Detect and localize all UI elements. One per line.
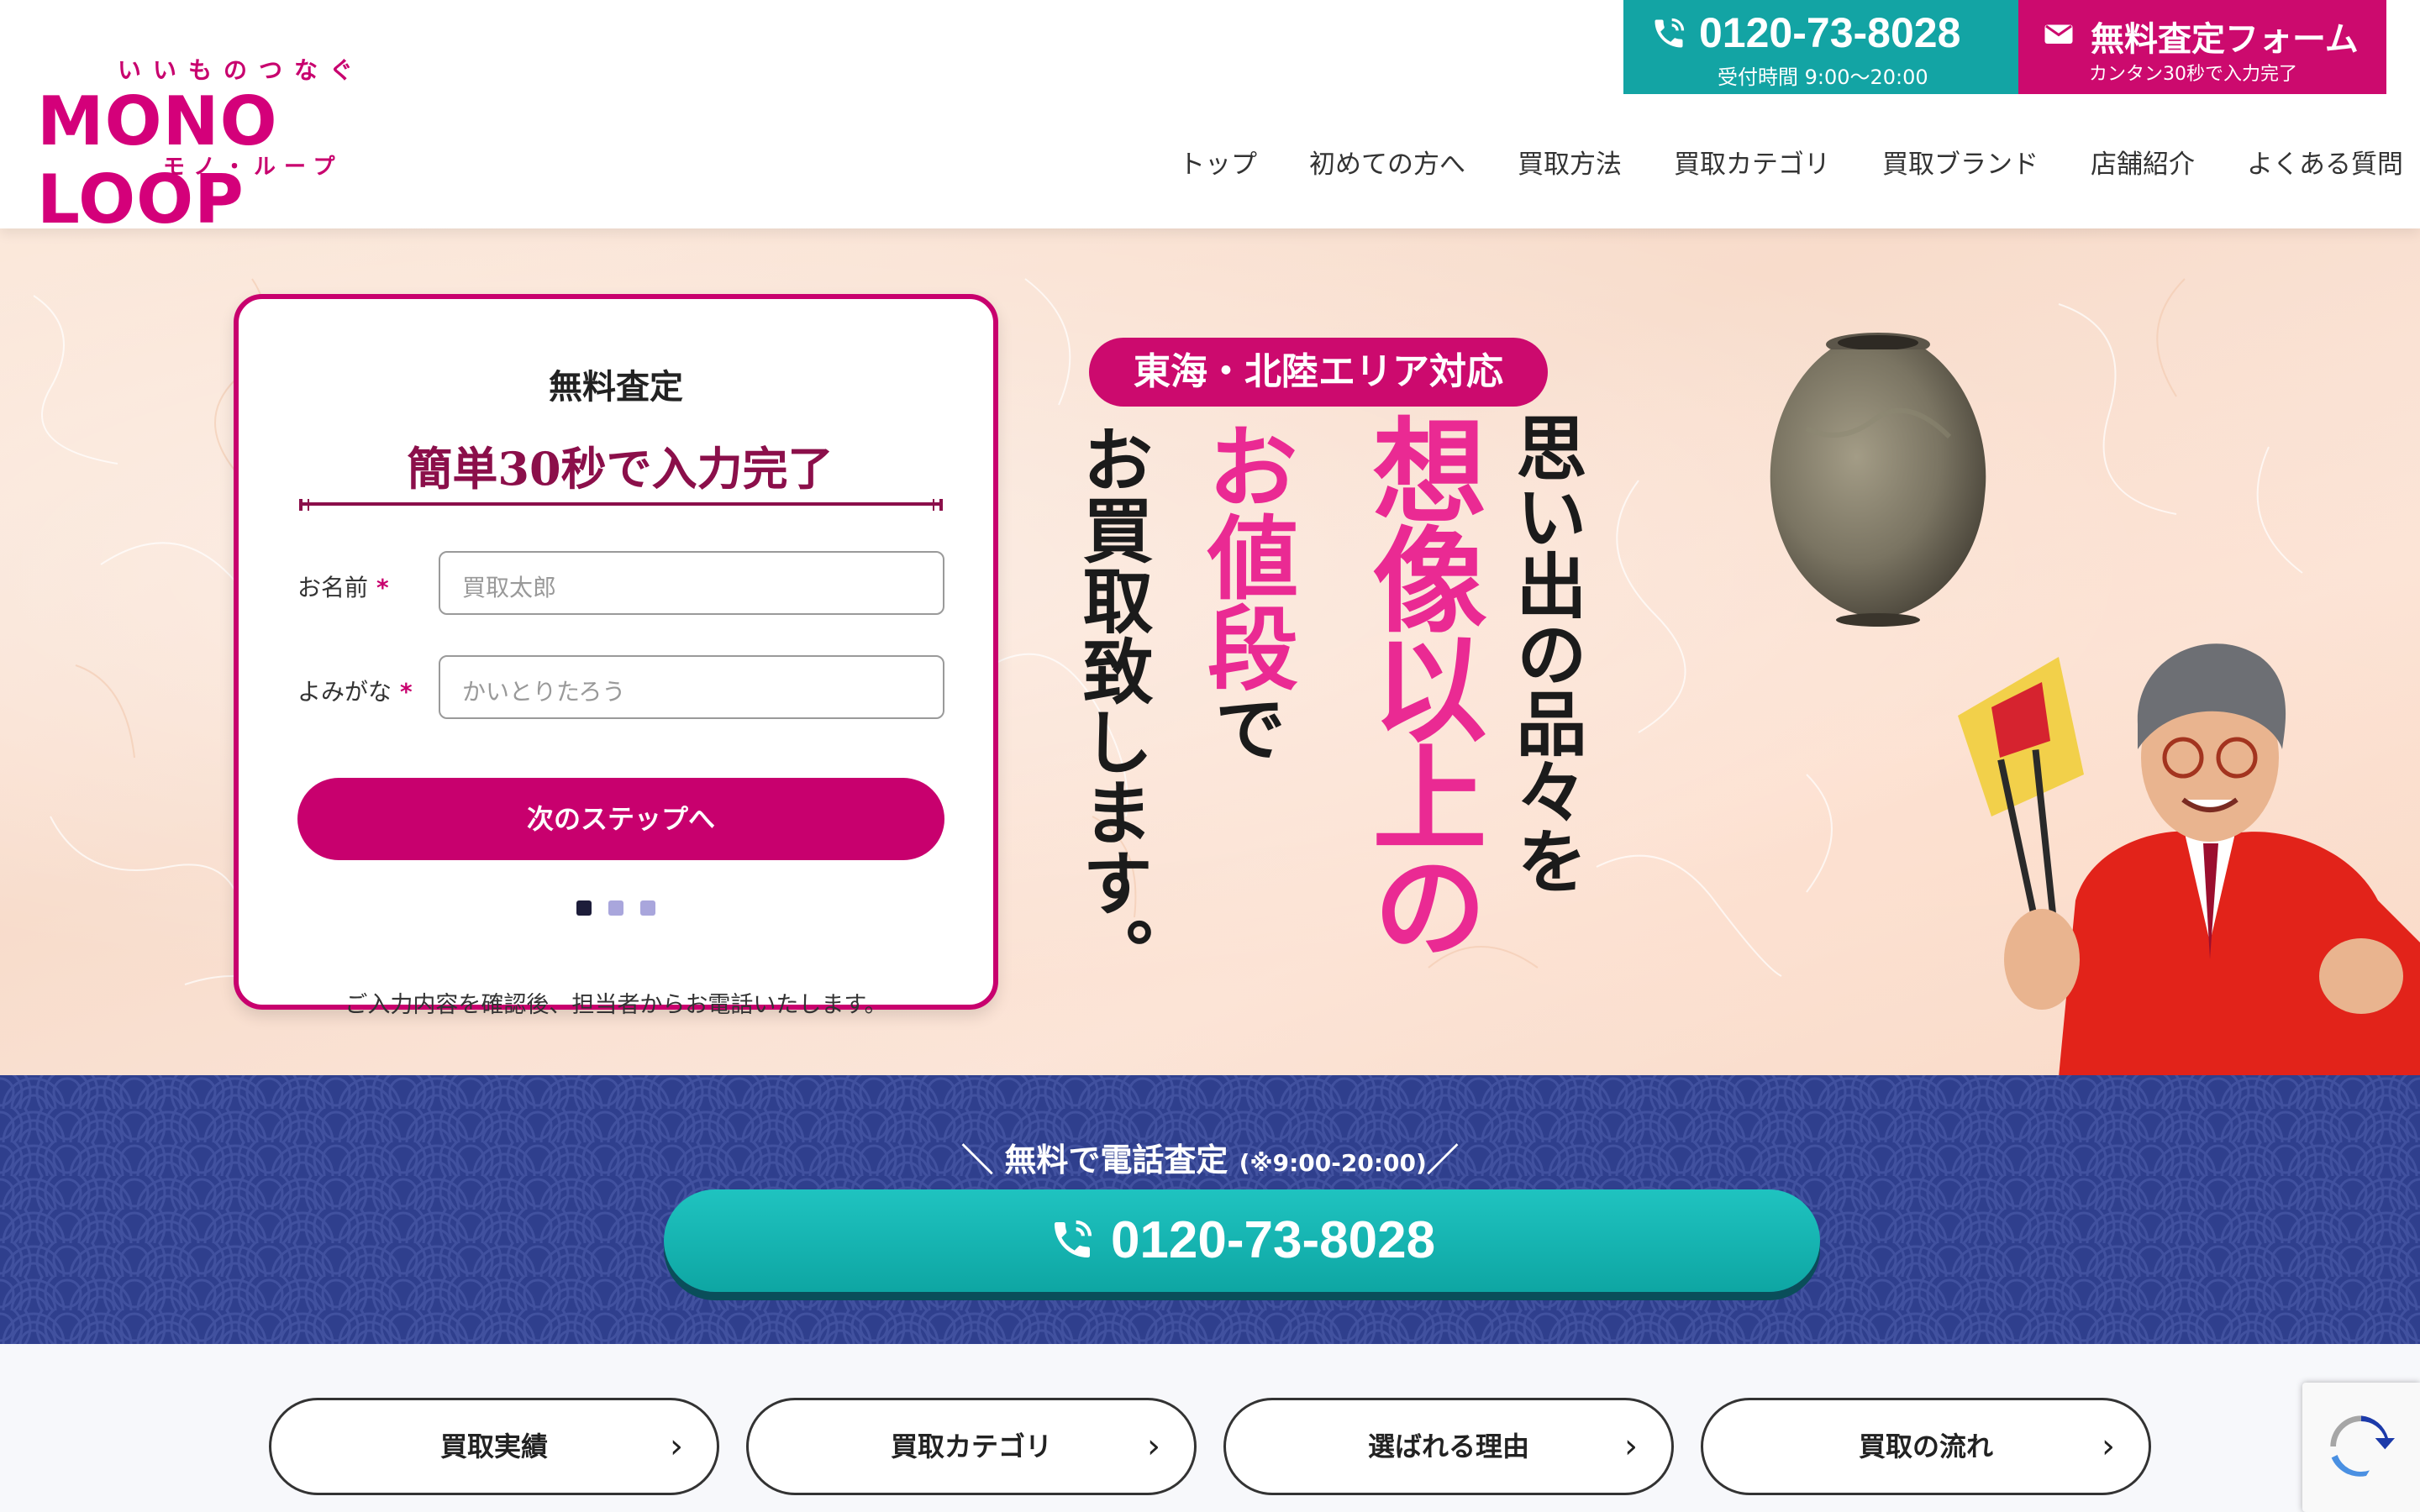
reading-input[interactable]: かいとりたろう bbox=[439, 655, 944, 719]
card-heading: 簡単30秒で入力完了 bbox=[407, 442, 834, 496]
name-label: お名前 * bbox=[297, 574, 389, 601]
hero: 無料査定 簡単30秒で入力完了 お名前 * 買取太郎 よみがな * かいとりたろう … bbox=[0, 228, 2420, 1075]
link-reasons[interactable]: 選ばれる理由 › bbox=[1223, 1398, 1674, 1495]
step-dot bbox=[640, 900, 655, 916]
phone-estimate-band: ＼ 無料で電話査定 (※9:00-20:00)／ 0120-73-8028 bbox=[0, 1075, 2420, 1344]
reading-label: よみがな * bbox=[297, 678, 413, 706]
header-form-label: 無料査定フォーム bbox=[2091, 20, 2359, 59]
step-dot bbox=[608, 900, 623, 916]
hero-copy-line1: 思い出の品々を bbox=[1505, 412, 1588, 894]
nav-item-faq[interactable]: よくある質問 bbox=[2247, 143, 2403, 180]
spokesperson-image bbox=[1958, 643, 2420, 1075]
nav-item-category[interactable]: 買取カテゴリ bbox=[1674, 143, 1830, 180]
logo-tagline: いいものつなぐ bbox=[118, 56, 366, 84]
link-results[interactable]: 買取実績 › bbox=[269, 1398, 719, 1495]
link-flow[interactable]: 買取の流れ › bbox=[1701, 1398, 2151, 1495]
next-step-button[interactable]: 次のステップへ bbox=[297, 778, 944, 860]
logo[interactable]: いいものつなぐ MONO LOOP モノ・ループ bbox=[37, 52, 449, 239]
hero-copy-line2: 想像以上の bbox=[1353, 412, 1487, 958]
recaptcha-icon bbox=[2330, 1415, 2395, 1477]
site-header: いいものつなぐ MONO LOOP モノ・ループ 0120-73-8028 受付… bbox=[0, 0, 2420, 239]
nav-item-first-time[interactable]: 初めての方へ bbox=[1309, 143, 1465, 180]
link-categories[interactable]: 買取カテゴリ › bbox=[746, 1398, 1197, 1495]
step-indicator bbox=[576, 900, 660, 917]
call-button-number: 0120-73-8028 bbox=[1110, 1211, 1436, 1269]
band-caption: ＼ 無料で電話査定 (※9:00-20:00)／ bbox=[961, 1142, 1459, 1179]
chevron-right-icon: › bbox=[1624, 1427, 1638, 1466]
nav-item-stores[interactable]: 店舗紹介 bbox=[2091, 143, 2195, 180]
chevron-right-icon: › bbox=[670, 1427, 683, 1466]
step-dot-active bbox=[576, 900, 592, 916]
header-phone-hours: 受付時間 9:00〜20:00 bbox=[1718, 66, 1928, 89]
mail-icon bbox=[2044, 24, 2073, 44]
hero-copy-line3: お値段で bbox=[1192, 420, 1298, 763]
hero-copy-line4: お買取致します。 bbox=[1071, 423, 1155, 988]
required-mark: * bbox=[376, 574, 389, 601]
phone-icon bbox=[1054, 1220, 1092, 1257]
page: いいものつなぐ MONO LOOP モノ・ループ 0120-73-8028 受付… bbox=[0, 0, 2420, 1512]
header-form-sub: カンタン30秒で入力完了 bbox=[2089, 64, 2297, 85]
chevron-right-icon: › bbox=[1147, 1427, 1160, 1466]
nav-item-brand[interactable]: 買取ブランド bbox=[1882, 143, 2039, 180]
quick-links: 買取実績 › 買取カテゴリ › 選ばれる理由 › 買取の流れ › bbox=[0, 1344, 2420, 1512]
name-input[interactable]: 買取太郎 bbox=[439, 551, 944, 615]
nav-item-top[interactable]: トップ bbox=[1179, 143, 1257, 180]
area-badge: 東海・北陸エリア対応 bbox=[1089, 338, 1548, 407]
chevron-right-icon: › bbox=[2102, 1427, 2115, 1466]
required-mark: * bbox=[400, 678, 413, 706]
header-phone-number: 0120-73-8028 bbox=[1699, 9, 1961, 56]
recaptcha-badge[interactable] bbox=[2302, 1383, 2420, 1512]
call-button[interactable]: 0120-73-8028 bbox=[664, 1189, 1820, 1292]
header-phone-button[interactable]: 0120-73-8028 受付時間 9:00〜20:00 bbox=[1623, 0, 2018, 94]
heading-rule bbox=[299, 499, 943, 511]
nav-item-method[interactable]: 買取方法 bbox=[1518, 143, 1622, 180]
card-title: 無料査定 bbox=[549, 367, 683, 407]
card-note: ご入力内容を確認後、担当者からお電話いたします。 bbox=[345, 992, 887, 1018]
header-form-button[interactable]: 無料査定フォーム カンタン30秒で入力完了 bbox=[2018, 0, 2386, 94]
free-estimate-card: 無料査定 簡単30秒で入力完了 お名前 * 買取太郎 よみがな * かいとりたろう … bbox=[234, 294, 998, 1018]
reading-row: よみがな * かいとりたろう bbox=[297, 655, 944, 719]
antique-jar-image bbox=[1770, 333, 1986, 627]
phone-icon bbox=[1655, 18, 1685, 48]
name-row: お名前 * 買取太郎 bbox=[297, 551, 944, 615]
logo-kana: モノ・ループ bbox=[163, 155, 344, 180]
main-nav: トップ 初めての方へ 買取方法 買取カテゴリ 買取ブランド 店舗紹介 よくある質… bbox=[1084, 143, 2403, 180]
